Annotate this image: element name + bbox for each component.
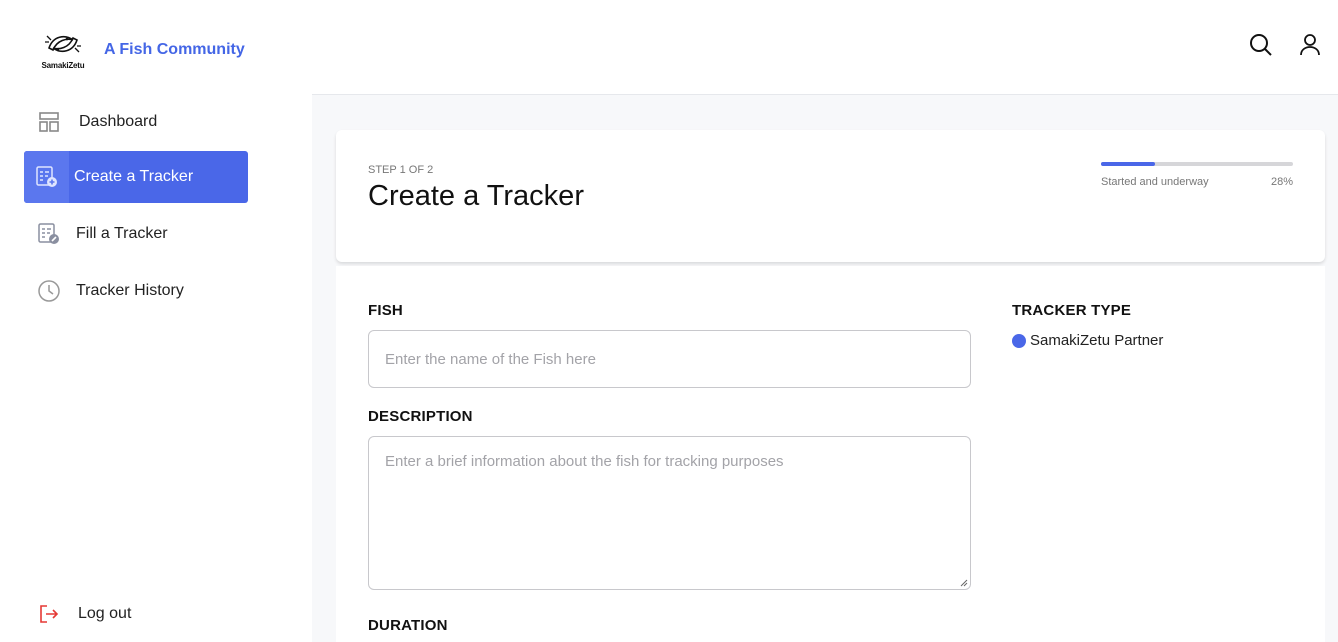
sidebar-item-label: Fill a Tracker [76, 225, 168, 242]
sidebar-item-tracker-history[interactable]: Tracker History [24, 265, 248, 317]
brand-title: A Fish Community [104, 41, 245, 58]
tracker-form-card: FISH Enter the name of the Fish here DES… [336, 266, 1325, 642]
fish-logo-icon [45, 35, 81, 53]
logo: SamakiZetu [38, 28, 88, 72]
description-textarea[interactable]: Enter a brief information about the fish… [368, 436, 971, 590]
sidebar-item-fill-tracker[interactable]: Fill a Tracker [24, 208, 248, 260]
fill-tracker-icon [36, 221, 62, 247]
progress-track [1101, 162, 1293, 166]
dashboard-icon [36, 109, 62, 135]
fish-placeholder: Enter the name of the Fish here [385, 350, 596, 368]
progress-percent: 28% [1270, 176, 1293, 188]
page-title: Create a Tracker [368, 180, 584, 212]
sidebar: SamakiZetu A Fish Community Dashboard Cr… [0, 0, 312, 642]
sidebar-item-label: Tracker History [76, 282, 184, 299]
logout-icon [36, 601, 62, 627]
logout-button[interactable]: Log out [24, 592, 131, 636]
top-bar [312, 0, 1338, 95]
create-tracker-icon [34, 164, 60, 190]
logo-text: SamakiZetu [41, 61, 85, 70]
search-icon[interactable] [1248, 32, 1274, 58]
logout-label: Log out [78, 605, 132, 622]
tracker-type-label: TRACKER TYPE [1012, 302, 1132, 319]
user-icon[interactable] [1298, 32, 1324, 58]
sidebar-item-create-tracker[interactable]: Create a Tracker [24, 151, 248, 203]
progress-fill [1101, 162, 1155, 166]
tracker-type-option[interactable]: SamakiZetu Partner [1012, 332, 1163, 349]
radio-selected-icon[interactable] [1012, 333, 1026, 348]
fish-input[interactable]: Enter the name of the Fish here [368, 330, 971, 388]
tracker-header-card: STEP 1 OF 2 Create a Tracker Started and… [336, 130, 1325, 262]
duration-label: DURATION [368, 617, 448, 634]
sidebar-item-label: Dashboard [79, 113, 158, 130]
sidebar-item-dashboard[interactable]: Dashboard [24, 96, 248, 148]
step-indicator: STEP 1 OF 2 [368, 164, 434, 176]
history-icon [36, 278, 62, 304]
brand[interactable]: SamakiZetu A Fish Community [38, 28, 245, 72]
progress-label: Started and underway [1101, 176, 1209, 188]
sidebar-item-label: Create a Tracker [74, 168, 194, 185]
description-label: DESCRIPTION [368, 408, 473, 425]
tracker-type-option-label: SamakiZetu Partner [1030, 332, 1164, 349]
fish-label: FISH [368, 302, 403, 319]
description-placeholder: Enter a brief information about the fish… [385, 453, 784, 470]
resize-handle-icon[interactable] [960, 579, 968, 587]
progress: Started and underway 28% [1101, 162, 1293, 188]
